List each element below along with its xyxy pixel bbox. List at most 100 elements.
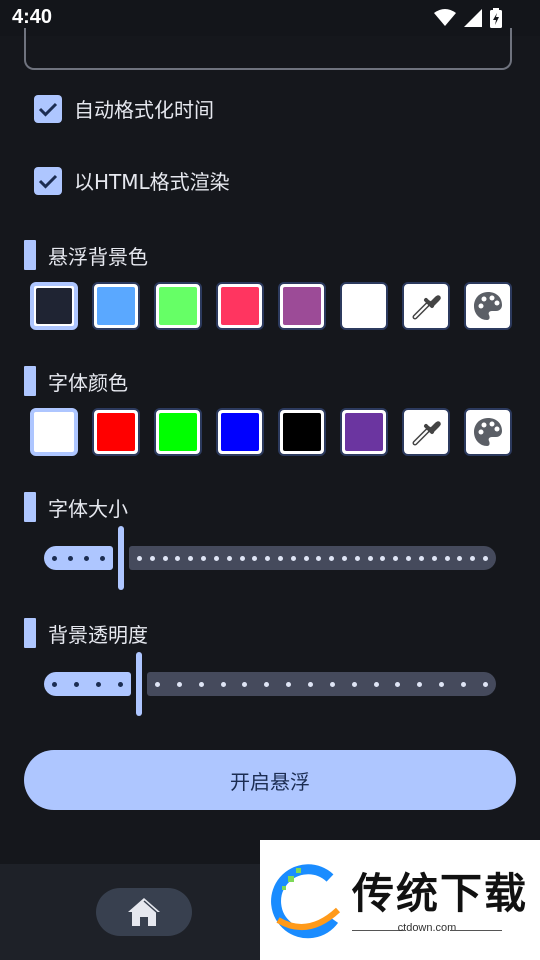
slider-tick: [380, 555, 386, 561]
slider-tick: [393, 555, 399, 561]
opacity-section-title: 背景透明度: [24, 618, 148, 648]
slider-tick: [342, 555, 347, 561]
slider-tick: [354, 555, 360, 561]
bg-swatch-1[interactable]: [30, 282, 78, 330]
html-render-option[interactable]: 以HTML格式渲染: [34, 166, 230, 195]
slider-tick: [329, 681, 335, 687]
section-marker: [24, 240, 36, 270]
font-palette-button[interactable]: [464, 408, 512, 456]
section-marker: [24, 366, 36, 396]
auto-format-time-checkbox[interactable]: [34, 94, 62, 123]
bg-palette-button[interactable]: [464, 282, 512, 330]
slider-tick: [100, 555, 105, 561]
slider-tick: [176, 681, 182, 687]
slider-tick: [213, 555, 219, 561]
opacity-title: 背景透明度: [48, 622, 148, 647]
font-color-swatches: [30, 408, 512, 456]
font-swatch-5[interactable]: [278, 408, 326, 456]
slider-tick: [137, 555, 142, 561]
slider-tick: [417, 681, 423, 687]
eyedropper-icon: [412, 295, 441, 320]
slider-tick: [149, 555, 155, 561]
bg-swatch-5[interactable]: [278, 282, 326, 330]
slider-tick: [470, 555, 476, 561]
slider-tick: [482, 681, 488, 687]
slider-tick: [162, 555, 168, 561]
section-marker: [24, 618, 36, 648]
home-button[interactable]: [96, 888, 192, 936]
wifi-icon: [434, 9, 456, 26]
bg-swatch-6[interactable]: [340, 282, 388, 330]
bg-swatch-3[interactable]: [154, 282, 202, 330]
slider-tick: [118, 681, 123, 687]
text-input-field[interactable]: [24, 28, 512, 70]
font-eyedropper-button[interactable]: [402, 408, 450, 456]
slider-tick: [418, 555, 424, 561]
bg-color-swatches: [30, 282, 512, 330]
slider-tick: [406, 555, 412, 561]
slider-tick: [290, 555, 296, 561]
watermark-overlay: 传统下载 ctdown.com: [260, 840, 540, 960]
opacity-slider[interactable]: [44, 652, 496, 716]
font-size-title: 字体大小: [48, 496, 128, 521]
signal-icon: [464, 9, 482, 27]
bg-color-section-title: 悬浮背景色: [24, 240, 148, 270]
auto-format-time-label: 自动格式化时间: [74, 98, 214, 122]
status-time: 4:40: [12, 6, 53, 28]
status-icons: [434, 8, 502, 28]
auto-format-time-option[interactable]: 自动格式化时间: [34, 94, 214, 123]
slider-tick: [198, 681, 204, 687]
slider-tick: [329, 555, 335, 561]
font-swatch-4[interactable]: [216, 408, 264, 456]
slider-tick: [303, 555, 309, 561]
slider-tick: [155, 681, 160, 687]
eyedropper-icon: [412, 421, 441, 446]
slider-tick: [52, 681, 57, 687]
slider-thumb[interactable]: [136, 652, 142, 716]
font-swatch-1[interactable]: [30, 408, 78, 456]
slider-tick: [367, 555, 373, 561]
slider-tick: [239, 555, 245, 561]
slider-tick: [351, 681, 357, 687]
html-render-checkbox[interactable]: [34, 166, 62, 195]
bg-swatch-2[interactable]: [92, 282, 140, 330]
font-swatch-2[interactable]: [92, 408, 140, 456]
slider-tick: [52, 555, 57, 561]
font-swatch-3[interactable]: [154, 408, 202, 456]
font-color-section-title: 字体颜色: [24, 366, 128, 396]
slider-tick: [74, 681, 79, 687]
slider-tick: [226, 555, 232, 561]
slider-tick: [220, 681, 226, 687]
check-icon: [38, 174, 58, 189]
home-icon: [128, 898, 160, 926]
slider-tick: [68, 555, 73, 561]
slider-tick: [188, 555, 194, 561]
font-size-section-title: 字体大小: [24, 492, 128, 522]
bg-eyedropper-button[interactable]: [402, 282, 450, 330]
slider-tick: [201, 555, 207, 561]
slider-tick: [444, 555, 450, 561]
section-marker: [24, 492, 36, 522]
slider-tick: [439, 681, 445, 687]
slider-tick: [84, 555, 89, 561]
slider-thumb[interactable]: [118, 526, 124, 590]
slider-tick: [316, 555, 322, 561]
slider-tick: [264, 681, 270, 687]
palette-icon: [474, 292, 502, 320]
watermark-rule: [450, 930, 502, 931]
slider-tick: [431, 555, 437, 561]
font-size-slider[interactable]: [44, 526, 496, 590]
slider-ticks-active: [52, 546, 105, 570]
font-swatch-6[interactable]: [340, 408, 388, 456]
slider-tick: [242, 681, 248, 687]
slider-tick: [286, 681, 292, 687]
slider-tick: [277, 555, 283, 561]
start-floating-button[interactable]: 开启悬浮: [24, 750, 516, 810]
battery-icon: [490, 8, 502, 28]
bg-swatch-4[interactable]: [216, 282, 264, 330]
slider-tick: [482, 555, 488, 561]
slider-tick: [395, 681, 401, 687]
slider-tick: [175, 555, 181, 561]
slider-tick: [457, 555, 463, 561]
html-render-label: 以HTML格式渲染: [74, 170, 230, 194]
